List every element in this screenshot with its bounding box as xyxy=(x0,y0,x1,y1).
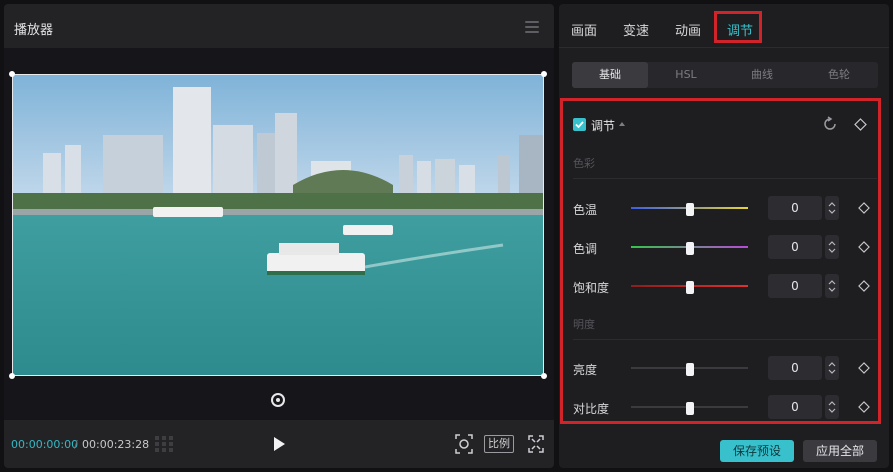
adjust-title: 调节 xyxy=(591,119,616,133)
crop-handle[interactable] xyxy=(541,71,547,77)
label-temperature: 色温 xyxy=(573,203,598,217)
temperature-input[interactable]: 0 xyxy=(768,196,822,220)
contrast-input[interactable]: 0 xyxy=(768,395,822,419)
collapse-caret-icon[interactable] xyxy=(619,122,625,126)
contrast-stepper[interactable] xyxy=(825,395,839,419)
time-separator: / xyxy=(74,438,78,451)
slider-thumb-contrast[interactable] xyxy=(685,402,694,415)
label-brightness: 亮度 xyxy=(573,363,598,377)
play-icon[interactable] xyxy=(272,436,286,452)
fullscreen-icon[interactable] xyxy=(527,433,545,455)
check-icon xyxy=(575,121,584,129)
rotate-icon[interactable] xyxy=(270,391,286,407)
video-preview[interactable] xyxy=(12,74,544,376)
brightness-stepper[interactable] xyxy=(825,356,839,380)
inspector-panel: 画面 变速 动画 调节 基础 HSL 曲线 色轮 调节 色彩 色温 0 色调 0… xyxy=(559,4,889,468)
stepper-arrows-icon xyxy=(828,401,836,413)
divider xyxy=(573,178,877,179)
tab-animation[interactable]: 动画 xyxy=(675,20,701,39)
timeline-grid-icon[interactable] xyxy=(154,434,176,454)
subtab-color-wheel[interactable]: 色轮 xyxy=(800,62,878,88)
slider-thumb-brightness[interactable] xyxy=(685,363,694,376)
adjust-panel: 调节 色彩 色温 0 色调 0 饱和度 0 明度 亮度 0 对比度 0 xyxy=(560,98,881,424)
top-tabs: 画面 变速 动画 调节 xyxy=(559,4,889,48)
tint-input[interactable]: 0 xyxy=(768,235,822,259)
player-panel: 播放器 00:00:00:00 / 00:00:23:28 比例 xyxy=(4,4,554,468)
tab-picture[interactable]: 画面 xyxy=(571,20,597,39)
keyframe-icon[interactable] xyxy=(858,401,870,413)
divider xyxy=(573,339,877,340)
slider-thumb-saturation[interactable] xyxy=(685,281,694,294)
sub-tabs: 基础 HSL 曲线 色轮 xyxy=(572,62,878,88)
keyframe-icon[interactable] xyxy=(854,118,867,131)
total-time: 00:00:23:28 xyxy=(82,438,150,451)
subtab-hsl[interactable]: HSL xyxy=(648,62,724,88)
keyframe-icon[interactable] xyxy=(858,280,870,292)
saturation-input[interactable]: 0 xyxy=(768,274,822,298)
keyframe-icon[interactable] xyxy=(858,241,870,253)
stepper-arrows-icon xyxy=(828,202,836,214)
crop-handle[interactable] xyxy=(541,373,547,379)
player-title: 播放器 xyxy=(14,23,54,38)
keyframe-icon[interactable] xyxy=(858,202,870,214)
slider-thumb-temperature[interactable] xyxy=(685,203,694,216)
row-saturation: 饱和度 0 xyxy=(573,274,877,300)
saturation-stepper[interactable] xyxy=(825,274,839,298)
row-contrast: 对比度 0 xyxy=(573,395,877,421)
row-tint: 色调 0 xyxy=(573,235,877,261)
keyframe-icon[interactable] xyxy=(858,362,870,374)
apply-all-button[interactable]: 应用全部 xyxy=(803,440,877,462)
section-label-lightness: 明度 xyxy=(573,318,595,331)
save-preset-button[interactable]: 保存预设 xyxy=(720,440,794,462)
tint-stepper[interactable] xyxy=(825,235,839,259)
slider-thumb-tint[interactable] xyxy=(685,242,694,255)
player-controls: 00:00:00:00 / 00:00:23:28 比例 xyxy=(4,424,554,468)
crop-handle[interactable] xyxy=(9,373,15,379)
reset-icon[interactable] xyxy=(822,116,838,132)
stepper-arrows-icon xyxy=(828,362,836,374)
temperature-stepper[interactable] xyxy=(825,196,839,220)
subtab-basic[interactable]: 基础 xyxy=(572,62,648,88)
tab-speed[interactable]: 变速 xyxy=(623,20,649,39)
menu-icon[interactable] xyxy=(525,21,539,33)
adjust-checkbox[interactable] xyxy=(573,118,586,131)
brightness-input[interactable]: 0 xyxy=(768,356,822,380)
crop-handle[interactable] xyxy=(9,71,15,77)
section-label-color: 色彩 xyxy=(573,157,595,170)
preview-area xyxy=(4,48,554,420)
stepper-arrows-icon xyxy=(828,241,836,253)
fit-view-icon[interactable] xyxy=(454,433,474,455)
row-temperature: 色温 0 xyxy=(573,196,877,222)
tab-highlight-box xyxy=(714,11,762,43)
stepper-arrows-icon xyxy=(828,280,836,292)
row-brightness: 亮度 0 xyxy=(573,356,877,382)
current-time: 00:00:00:00 xyxy=(11,438,79,451)
label-contrast: 对比度 xyxy=(573,402,610,416)
ratio-button[interactable]: 比例 xyxy=(484,435,514,453)
video-frame-image xyxy=(13,75,543,375)
subtab-curves[interactable]: 曲线 xyxy=(724,62,800,88)
label-saturation: 饱和度 xyxy=(573,281,610,295)
label-tint: 色调 xyxy=(573,242,598,256)
